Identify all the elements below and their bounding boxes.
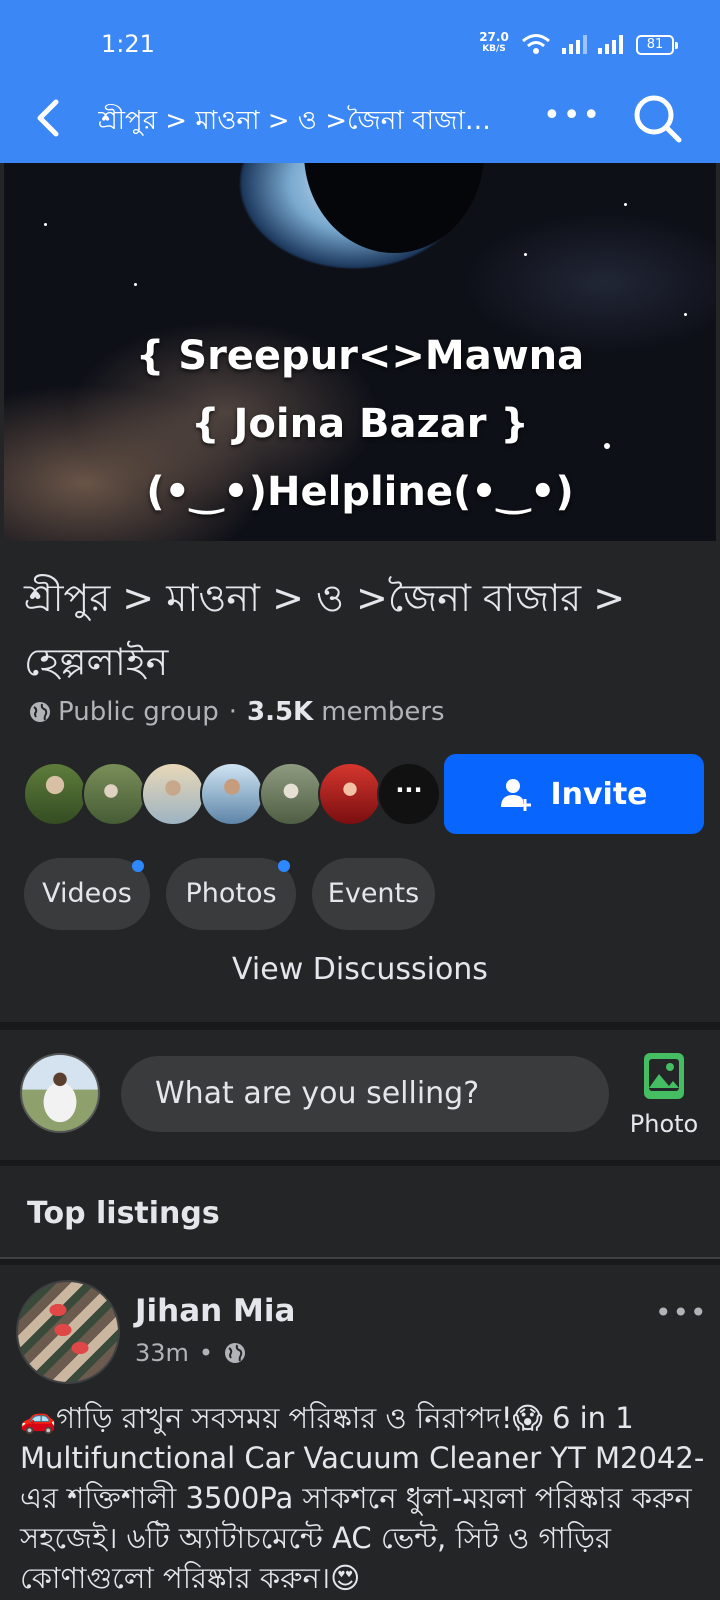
avatar[interactable] (23, 762, 87, 826)
photo-icon (644, 1053, 684, 1099)
photo-button[interactable]: Photo (624, 1052, 704, 1142)
post-time-value: 33m (135, 1339, 189, 1367)
post-author-avatar[interactable] (16, 1280, 120, 1384)
invite-label: Invite (550, 776, 648, 812)
post-author-name[interactable]: Jihan Mia (135, 1293, 295, 1329)
cover-star (44, 223, 47, 226)
member-count: 3.5K (247, 697, 314, 727)
cover-text-line-1: { Sreepur<>Mawna (135, 333, 585, 379)
post-text: 🚗গাড়ি রাখুন সবসময় পরিষ্কার ও নিরাপদ!😱 … (20, 1401, 705, 1595)
section-divider (0, 1022, 720, 1030)
network-speed-unit: KB/S (482, 44, 506, 54)
network-speed-value: 27.0 (479, 30, 509, 44)
more-dots-icon[interactable]: ••• (543, 98, 600, 134)
avatar[interactable] (82, 762, 146, 826)
section-title: Top listings (27, 1196, 220, 1231)
search-icon[interactable] (632, 93, 684, 145)
post-time: 33m • (135, 1339, 247, 1367)
chip-photos-label: Photos (185, 878, 277, 909)
add-person-icon (501, 779, 532, 811)
battery-indicator: 81 (636, 35, 678, 55)
photo-label: Photo (629, 1110, 699, 1138)
group-privacy: Public group (58, 697, 219, 727)
globe-icon (225, 1343, 246, 1363)
chip-events-label: Events (327, 878, 420, 909)
cover-star (134, 283, 137, 286)
chip-videos-label: Videos (42, 878, 132, 909)
new-indicator-dot (278, 860, 290, 872)
signal-icon-2 (598, 35, 623, 54)
cover-planet-shadow (304, 163, 484, 253)
nav-bar: শ্রীপুর > মাওনা > ও >জৈনা বাজার > হেল্পল… (0, 88, 720, 163)
cover-star (684, 313, 687, 316)
user-avatar[interactable] (20, 1053, 100, 1133)
avatar[interactable] (259, 762, 323, 826)
avatar[interactable] (200, 762, 264, 826)
post-more-button[interactable]: ••• (655, 1296, 708, 1329)
top-bar: 1:21 27.0 KB/S 81 শ্রীপুর > মাওনা > ও >জ… (0, 0, 720, 163)
sell-item-input[interactable]: What are you selling? (121, 1056, 609, 1132)
section-divider (0, 1160, 720, 1166)
status-bar: 1:21 27.0 KB/S 81 (0, 0, 720, 90)
signal-icon (562, 35, 587, 54)
avatar[interactable] (141, 762, 205, 826)
group-meta: Public group · 3.5K members (28, 697, 445, 727)
nav-title[interactable]: শ্রীপুর > মাওনা > ও >জৈনা বাজার > হেল্পল… (98, 100, 503, 144)
chip-events[interactable]: Events (312, 858, 435, 930)
view-discussions-button[interactable]: View Discussions (0, 952, 720, 987)
section-divider (0, 1259, 720, 1265)
network-speed: 27.0 KB/S (477, 31, 511, 55)
cover-text-line-3: (•‿•)Helpline(•‿•) (146, 469, 574, 515)
members-label: members (321, 697, 445, 727)
meta-separator: · (228, 697, 237, 727)
status-time: 1:21 (101, 30, 155, 58)
wifi-icon (522, 34, 550, 54)
member-avatars[interactable]: ··· (23, 762, 441, 826)
cover-star (624, 203, 627, 206)
cover-star (524, 253, 527, 256)
group-title: শ্রীপুর > মাওনা > ও >জৈনা বাজার > হেল্পল… (24, 576, 626, 684)
post-time-dot: • (198, 1339, 214, 1367)
group-cover-photo[interactable]: { Sreepur<>Mawna { Joina Bazar } (•‿•)He… (4, 163, 716, 541)
cover-text-line-2: { Joina Bazar } (191, 401, 529, 447)
chip-videos[interactable]: Videos (24, 858, 150, 930)
back-arrow-icon[interactable] (30, 94, 70, 142)
avatar[interactable] (318, 762, 382, 826)
globe-icon (30, 702, 50, 722)
new-indicator-dot (132, 860, 144, 872)
chip-photos[interactable]: Photos (166, 858, 296, 930)
more-members-button[interactable]: ··· (377, 762, 441, 826)
invite-button[interactable]: Invite (444, 754, 704, 834)
